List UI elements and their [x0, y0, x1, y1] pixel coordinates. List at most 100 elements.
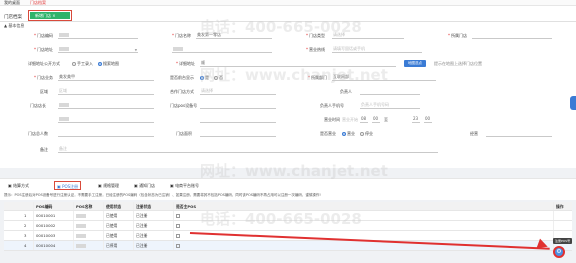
person-input[interactable]	[360, 88, 420, 95]
front-display-label: 是否前台显示	[170, 75, 194, 80]
checkbox-icon	[176, 244, 180, 248]
address-label: 门店地址	[34, 46, 53, 53]
row-no: 2	[22, 221, 34, 230]
department-label: 所属部门	[308, 74, 327, 81]
checkbox-icon	[176, 214, 180, 218]
form-row-1: 门店编码 门店名称 美发第一零店 门店类型 请选择 所属门店	[0, 32, 576, 42]
coop-mode-select[interactable]: 请选择	[200, 88, 276, 95]
store-form: ▲ 基本信息 门店编码 门店名称 美发第一零店 门店类型 请选择 所属门店 门店…	[0, 22, 576, 168]
form-row-7: 营业时间 营业开始 08 00 至 23 00	[0, 116, 576, 126]
form-row-4: 门店业务 美发美甲 是否前台显示 是 否 所属部门 互联网部	[0, 74, 576, 84]
table-row[interactable]: 1 00010001 已使用 已注册	[4, 211, 572, 221]
extra-input[interactable]	[58, 116, 154, 123]
row-name	[74, 231, 104, 240]
remark-input[interactable]: 备注	[58, 146, 438, 153]
checkbox-icon	[176, 224, 180, 228]
locate-mode-label: 详细地址公开方式	[28, 61, 60, 66]
checkbox-icon	[176, 234, 180, 238]
row-code: 00010001	[34, 211, 74, 220]
tab-notify[interactable]: ▣ 通知门店	[132, 181, 157, 190]
radio-checked-icon	[200, 76, 204, 80]
radio-icon	[72, 62, 76, 66]
extra-input-2[interactable]	[200, 116, 276, 123]
store-name-input[interactable]: 美发第一零店	[196, 32, 272, 39]
radio-manual[interactable]: 手工录入	[72, 60, 93, 67]
table-header: POS编码 POS名称 使用状态 注册状态 是否主POS 操作	[4, 202, 572, 211]
register-tooltip: 注册POS号	[553, 238, 573, 244]
hours-end-h[interactable]: 23	[412, 116, 420, 123]
row-status: 已停用	[104, 241, 134, 250]
radio-icon	[360, 132, 364, 136]
phone-input[interactable]: 请填写固话或手机	[332, 46, 422, 53]
new-store-label: 新增门店 ×	[30, 12, 70, 19]
radio-no[interactable]: 否	[214, 74, 223, 81]
business-select[interactable]: 美发美甲	[58, 74, 154, 81]
row-main[interactable]	[174, 211, 554, 220]
form-row-3: 详细地址公开方式 手工录入 搜索地图 详细地址 顺 地图选点 提示在地图上选择门…	[0, 60, 576, 70]
owner-store-label: 所属门店	[448, 32, 467, 39]
section-title: ▲ 基本信息	[4, 23, 25, 28]
business-label: 门店业务	[34, 74, 53, 81]
pos-device-label: 门店pos设备号	[170, 103, 198, 108]
map-tip: 提示在地图上选择门店位置	[434, 61, 482, 66]
store-area-label: 门店面积	[176, 131, 192, 136]
detail-address-input[interactable]: 顺	[200, 60, 396, 67]
radio-open[interactable]: 营业	[342, 130, 355, 137]
tab-pos-register[interactable]: ▣ POS注册	[54, 181, 82, 190]
row-status: 已使用	[104, 221, 134, 230]
address-select[interactable]: ▼	[58, 46, 138, 53]
col-op: 操作	[556, 204, 564, 209]
side-collapse-button[interactable]	[570, 96, 576, 110]
form-row-5: 区域 区域 合作门店方式 请选择 负责人	[0, 88, 576, 98]
col-reg: 注册状态	[134, 202, 174, 210]
business-scope-input[interactable]	[486, 130, 552, 137]
tab-ecommerce[interactable]: ▣ 电商平台账号	[168, 181, 201, 190]
store-type-label: 门店类型	[306, 32, 325, 39]
radio-closed[interactable]: 停业	[360, 130, 373, 137]
row-no: 4	[22, 241, 34, 250]
chevron-down-icon: ▼	[134, 48, 137, 52]
row-name	[74, 241, 104, 250]
store-code-input[interactable]	[58, 32, 138, 39]
hours-start-m[interactable]: 00	[372, 116, 380, 123]
col-name: POS名称	[74, 202, 104, 210]
map-pick-button[interactable]: 地图选点	[404, 60, 426, 67]
row-status: 已使用	[104, 211, 134, 220]
col-code: POS编码	[34, 202, 74, 210]
department-select[interactable]: 互联网部	[332, 74, 436, 81]
district-select[interactable]	[172, 46, 272, 53]
owner-store-select[interactable]	[472, 32, 552, 39]
pos-table: POS编码 POS名称 使用状态 注册状态 是否主POS 操作 1 000100…	[4, 202, 572, 251]
business-scope-label: 经营	[470, 131, 478, 136]
row-status: 已使用	[104, 231, 134, 240]
hours-start-h[interactable]: 08	[360, 116, 368, 123]
manager-input[interactable]	[58, 102, 154, 109]
form-row-8: 门店总人数 门店面积 是否营业 营业 停业 经营	[0, 130, 576, 140]
coop-mode-label: 合作门店方式	[170, 89, 194, 94]
new-store-tab[interactable]: 新增门店 ×	[28, 10, 72, 21]
store-area-input[interactable]	[200, 130, 276, 137]
tab-spec[interactable]: ▣ 规格管理	[96, 181, 121, 190]
store-name-label: 门店名称	[172, 32, 191, 39]
store-type-select[interactable]: 请选择	[332, 32, 404, 39]
staff-count-label: 门店总人数	[28, 131, 48, 136]
register-icon[interactable]: ⚙	[553, 246, 565, 258]
table-row[interactable]: 2 00010002 已使用 已注册	[4, 221, 572, 231]
person-label: 负责人	[340, 89, 352, 94]
person-phone-input[interactable]: 负责人手机号码	[360, 102, 420, 109]
hours-to: 至	[384, 117, 388, 122]
row-name	[74, 221, 104, 230]
row-code: 00010004	[34, 241, 74, 250]
form-row-9: 备注 备注	[0, 146, 576, 156]
manager-label: 门店店长	[30, 103, 46, 108]
radio-map[interactable]: 搜索地图	[98, 60, 119, 67]
sub-tab-bar: 门店档案 新增门店 ×	[0, 6, 576, 22]
row-main[interactable]	[174, 221, 554, 230]
pos-device-input[interactable]	[200, 102, 276, 109]
hours-end-m[interactable]: 00	[424, 116, 432, 123]
tab-settlement[interactable]: ▣ 结算方式	[6, 181, 31, 190]
area-select[interactable]: 区域	[58, 88, 154, 95]
row-no: 3	[22, 231, 34, 240]
radio-yes[interactable]: 是	[200, 74, 209, 81]
staff-count-input[interactable]	[58, 130, 154, 137]
